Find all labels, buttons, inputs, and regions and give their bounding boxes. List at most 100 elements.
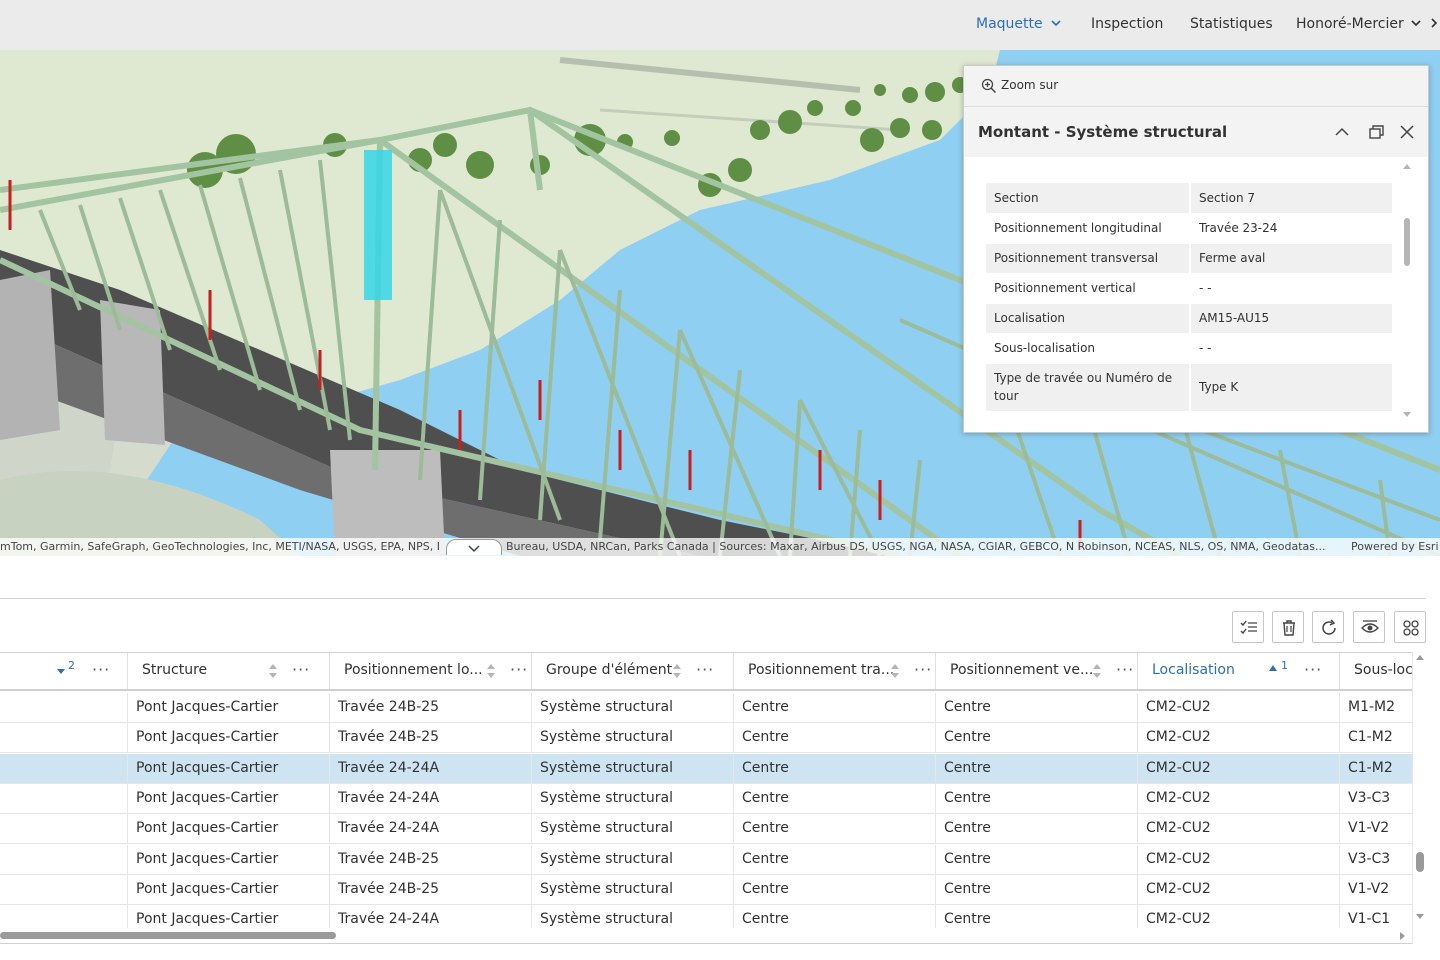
column-menu-icon[interactable]: ··· [1116, 660, 1134, 679]
column-header-positionnement-vertical[interactable]: Positionnement ve... ··· [936, 653, 1138, 689]
cell-text: Système structural [540, 789, 673, 806]
feature-table: 2 ··· Structure ··· Positionnement lo...… [0, 652, 1426, 944]
cell-text: Pont Jacques-Cartier [136, 729, 279, 746]
top-navigation-bar: Maquette Inspection Statistiques Honoré-… [0, 0, 1440, 50]
column-header-positionnement-longitudinal[interactable]: Positionnement lo... ··· [330, 653, 532, 689]
cell-selector[interactable] [0, 874, 128, 905]
column-menu-icon[interactable]: ··· [510, 660, 528, 679]
highlighted-member[interactable] [364, 150, 392, 300]
sort-descending-icon[interactable] [56, 666, 66, 676]
sort-icon[interactable] [486, 663, 496, 679]
delete-selection-button[interactable] [1272, 611, 1304, 643]
table-row[interactable]: Pont Jacques-Cartier Travée 24B-25 Système… [0, 693, 1412, 723]
table-row[interactable]: Pont Jacques-Cartier Travée 24-24A Système… [0, 814, 1412, 845]
map-attribution: mTom, Garmin, SafeGraph, GeoTechnologies… [0, 538, 1440, 556]
column-header-sous-localisation[interactable]: Sous-loca [1340, 653, 1421, 689]
cell-text: Centre [742, 880, 789, 897]
cell-text: Centre [944, 911, 991, 928]
attribute-key: Positionnement longitudinal [986, 213, 1191, 244]
powered-by-esri[interactable]: Powered by Esri [1351, 540, 1439, 553]
cell-positionnement-longitudinal: Travée 24B-25 [330, 723, 532, 754]
table-row[interactable]: Pont Jacques-Cartier Travée 24-24A Système… [0, 753, 1412, 784]
cell-text: C1-M2 [1348, 729, 1393, 746]
cell-selector[interactable] [0, 783, 128, 814]
zoom-label[interactable]: Zoom sur [1001, 78, 1058, 92]
toggle-visibility-button[interactable] [1353, 611, 1385, 643]
chevron-down-icon[interactable] [447, 541, 501, 555]
cell-selector[interactable] [0, 753, 128, 784]
column-menu-icon[interactable]: ··· [92, 660, 110, 679]
column-header-groupe-element[interactable]: Groupe d'élément ··· [532, 653, 734, 689]
cell-text: Travée 24B-25 [338, 850, 440, 867]
table-row[interactable]: Pont Jacques-Cartier Travée 24B-25 Système… [0, 723, 1412, 754]
column-label: Positionnement lo... [344, 662, 483, 678]
attribute-key: Positionnement transversal [986, 243, 1191, 274]
column-menu-icon[interactable]: ··· [696, 660, 714, 679]
table-vertical-scrollbar[interactable] [1412, 652, 1426, 944]
cell-text: Centre [944, 729, 991, 746]
cell-positionnement-longitudinal: Travée 24B-25 [330, 874, 532, 905]
table-horizontal-scrollbar[interactable] [0, 928, 1412, 942]
popup-scrollbar[interactable] [1401, 162, 1413, 420]
column-header-sort-2[interactable]: 2 ··· [0, 653, 128, 689]
attribute-value: Ferme aval [1190, 243, 1392, 274]
table-row[interactable]: Pont Jacques-Cartier Travée 24B-25 Système… [0, 874, 1412, 905]
cell-selector[interactable] [0, 844, 128, 875]
zoom-in-icon[interactable] [981, 78, 997, 94]
attribution-toggle[interactable] [446, 539, 502, 555]
cell-selector[interactable] [0, 723, 128, 754]
cell-structure: Pont Jacques-Cartier [128, 814, 330, 845]
zoom-to-action[interactable]: Zoom sur [964, 66, 1428, 107]
toggle-visibility-icon [1361, 620, 1379, 633]
column-menu-icon[interactable]: ··· [292, 660, 310, 679]
chevron-right-icon[interactable] [1428, 17, 1440, 29]
sort-ascending-icon[interactable] [1268, 663, 1278, 673]
sort-icon[interactable] [268, 663, 278, 679]
sort-icon[interactable] [672, 663, 682, 679]
sort-icon[interactable] [890, 663, 900, 679]
cell-text: Centre [742, 699, 789, 715]
chevron-down-icon[interactable] [1410, 17, 1422, 29]
cell-text: Centre [742, 850, 789, 867]
cell-positionnement-transversal: Centre [734, 783, 936, 814]
cell-text: Système structural [540, 850, 673, 867]
scrollbar-track[interactable] [0, 929, 1412, 943]
cell-groupe-element: Système structural [532, 723, 734, 754]
cell-text: Pont Jacques-Cartier [136, 820, 279, 837]
column-header-structure[interactable]: Structure ··· [128, 653, 330, 689]
nav-item-honore-mercier[interactable]: Honoré-Mercier [1296, 16, 1404, 32]
table-row[interactable]: Pont Jacques-Cartier Travée 24-24A Système… [0, 783, 1412, 814]
dock-icon[interactable] [1366, 121, 1388, 143]
options-button[interactable] [1394, 611, 1426, 643]
column-menu-icon[interactable]: ··· [1304, 660, 1322, 679]
nav-item-inspection[interactable]: Inspection [1091, 16, 1163, 32]
cell-positionnement-transversal: Centre [734, 844, 936, 875]
nav-item-statistiques[interactable]: Statistiques [1190, 16, 1273, 32]
column-header-localisation[interactable]: Localisation 1 ··· [1138, 653, 1340, 689]
collapse-icon[interactable] [1331, 121, 1353, 143]
nav-item-maquette[interactable]: Maquette [976, 16, 1043, 32]
cell-text: Centre [944, 820, 991, 837]
cell-selector[interactable] [0, 693, 128, 723]
show-selection-button[interactable] [1232, 611, 1264, 643]
sort-icon[interactable] [1092, 663, 1102, 679]
popup-title: Montant - Système structural [978, 123, 1228, 141]
cell-positionnement-vertical: Centre [936, 874, 1138, 905]
table-row[interactable]: Pont Jacques-Cartier Travée 24B-25 Système… [0, 844, 1412, 875]
column-header-positionnement-transversal[interactable]: Positionnement tra... ··· [734, 653, 936, 689]
cell-text: Travée 24-24A [338, 911, 440, 928]
cell-selector[interactable] [0, 814, 128, 845]
close-icon[interactable] [1396, 121, 1418, 143]
column-menu-icon[interactable]: ··· [914, 660, 932, 679]
cell-text: Travée 24B-25 [338, 729, 440, 746]
refresh-button[interactable] [1312, 611, 1344, 643]
chevron-down-icon[interactable] [1050, 17, 1062, 29]
cell-text: Pont Jacques-Cartier [136, 699, 279, 715]
cell-text: Système structural [540, 880, 673, 897]
cell-text: CM2-CU2 [1146, 850, 1211, 867]
cell-text: Pont Jacques-Cartier [136, 789, 279, 806]
attribution-left: mTom, Garmin, SafeGraph, GeoTechnologies… [0, 540, 440, 553]
attribute-value: AM15-AU15 [1190, 303, 1392, 334]
cell-positionnement-transversal: Centre [734, 753, 936, 784]
scrollbar-track[interactable] [1413, 652, 1427, 942]
